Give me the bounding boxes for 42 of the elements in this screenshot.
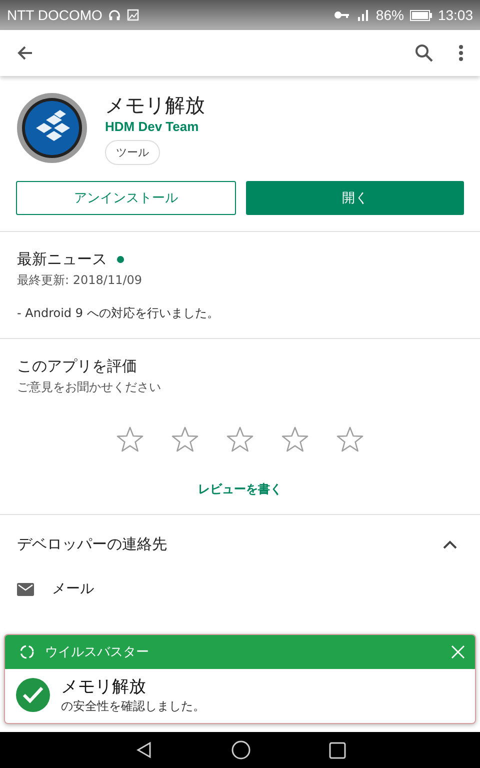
star-icon[interactable] xyxy=(281,426,309,453)
app-name: メモリ解放 xyxy=(105,92,205,118)
notification-app-name: ウイルスバスター xyxy=(45,644,150,661)
headset-icon xyxy=(108,8,122,22)
developer-link[interactable]: HDM Dev Team xyxy=(105,119,199,134)
rating-prompt: ご意見をお聞かせください xyxy=(17,379,162,396)
contact-label[interactable]: メール xyxy=(52,580,94,598)
notification-title: メモリ解放 xyxy=(61,676,147,698)
recents-icon[interactable] xyxy=(328,742,346,758)
star-icon[interactable] xyxy=(336,426,364,453)
carrier-name: NTT DOCOMO xyxy=(7,7,102,23)
write-review-link[interactable]: レビューを書く xyxy=(17,481,463,498)
search-icon[interactable] xyxy=(414,43,434,63)
back-icon[interactable] xyxy=(134,741,152,759)
battery-percent: 86% xyxy=(376,7,404,23)
uninstall-button[interactable]: アンインストール xyxy=(16,181,236,215)
open-button[interactable]: 開く xyxy=(246,181,464,215)
image-icon xyxy=(127,9,140,21)
new-dot-icon xyxy=(117,256,124,263)
close-icon[interactable] xyxy=(451,645,465,659)
news-text: - Android 9 への対応を行いました。 xyxy=(17,305,220,322)
star-icon[interactable] xyxy=(116,426,144,453)
more-icon[interactable] xyxy=(458,44,464,62)
update-date: 最終更新: 2018/11/09 xyxy=(17,272,144,289)
clock: 13:03 xyxy=(438,7,473,23)
signal-icon xyxy=(356,9,370,21)
key-icon xyxy=(334,10,350,20)
star-icon[interactable] xyxy=(226,426,254,453)
notification-card[interactable]: ウイルスバスター メモリ解放 の安全性を確認しました。 xyxy=(4,634,476,724)
mail-icon xyxy=(17,582,34,596)
notification-message: の安全性を確認しました。 xyxy=(61,698,205,715)
chevron-icon[interactable] xyxy=(443,540,457,549)
star-icon[interactable] xyxy=(171,426,199,453)
category-chip[interactable]: ツール xyxy=(105,140,160,165)
battery-icon xyxy=(410,10,432,20)
back-arrow-icon[interactable] xyxy=(16,44,34,62)
section-title: デベロッパーの連絡先 xyxy=(17,535,167,554)
check-icon xyxy=(15,677,51,713)
app-icon xyxy=(16,92,88,164)
section-title: 最新ニュース xyxy=(17,250,107,269)
section-title: このアプリを評価 xyxy=(17,357,138,376)
home-icon[interactable] xyxy=(230,740,250,760)
